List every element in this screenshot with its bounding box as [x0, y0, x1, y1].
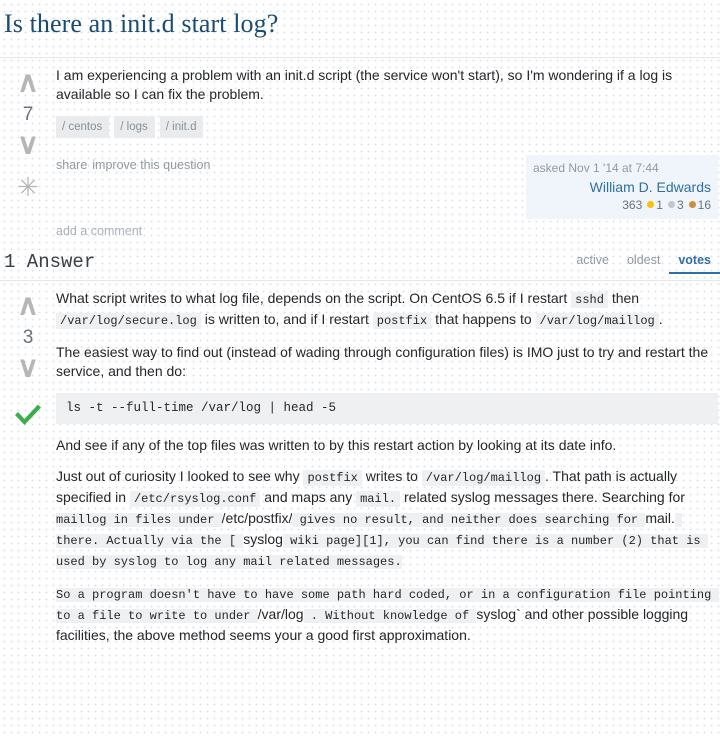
bronze-badge-count: 16	[697, 198, 711, 212]
question-body: I am experiencing a problem with an init…	[56, 66, 718, 104]
add-comment-link[interactable]: add a comment	[56, 224, 142, 238]
downvote-arrow-icon[interactable]: ∨	[0, 130, 56, 161]
code-sshd: sshd	[571, 292, 608, 308]
accepted-answer-check-icon[interactable]	[0, 399, 56, 429]
tag-centos[interactable]: / centos	[56, 116, 110, 138]
answer-paragraph-5: So a program doesn't have to have some p…	[56, 584, 719, 645]
answer-code-block: ls -t --full-time /var/log | head -5	[56, 393, 718, 424]
ap4-mono-2: gives no result, and neither does search…	[292, 513, 646, 527]
code-postfix: postfix	[372, 313, 432, 329]
ap1-text-2: then	[607, 290, 640, 306]
tab-votes[interactable]: votes	[669, 250, 720, 274]
answer-cell: What script writes to what log file, dep…	[56, 281, 720, 645]
answer-paragraph-2: The easiest way to find out (instead of …	[56, 344, 709, 379]
silver-badge-count: 3	[676, 198, 684, 212]
code-maillog-2: /var/log/maillog	[421, 470, 546, 486]
question-footer: share improve this question asked Nov 1 '…	[56, 155, 718, 219]
ap4-mono-1: maillog in files under	[56, 513, 222, 527]
question-paragraph: I am experiencing a problem with an init…	[56, 67, 673, 102]
owner-username[interactable]: William D. Edwards	[533, 178, 711, 196]
answer-sort-tabs: active oldest votes	[567, 250, 720, 274]
bronze-badge-icon	[688, 201, 696, 208]
question-post: ∧ 7 ∨ ✳ I am experiencing a problem with…	[0, 58, 720, 242]
owner-reputation: 363	[622, 198, 643, 212]
code-rsyslog-conf: /etc/rsyslog.conf	[129, 491, 261, 507]
answer-downvote-arrow-icon[interactable]: ∨	[0, 353, 56, 384]
answers-header: 1 Answer active oldest votes	[0, 246, 720, 280]
answer-upvote-arrow-icon[interactable]: ∧	[0, 291, 56, 322]
answers-count-heading: 1 Answer	[4, 251, 96, 273]
upvote-arrow-icon[interactable]: ∧	[0, 68, 56, 99]
ap1-text-1: What script writes to what log file, dep…	[56, 290, 572, 306]
question-header: Is there an init.d start log?	[0, 0, 720, 57]
answer-paragraph-1: What script writes to what log file, dep…	[56, 289, 718, 331]
tab-oldest[interactable]: oldest	[618, 250, 669, 274]
ap1-text-4: that happens to	[431, 311, 536, 327]
ap1-text-5: .	[658, 311, 663, 327]
tab-active[interactable]: active	[567, 250, 618, 274]
question-cell: I am experiencing a problem with an init…	[56, 58, 720, 242]
question-page: Is there an init.d start log? ∧ 7 ∨ ✳ I …	[0, 0, 720, 736]
ap5-text-2: syslog`	[476, 606, 521, 622]
answer-paragraph-4: Just out of curiosity I looked to see wh…	[56, 467, 718, 572]
ap4-text-7: mail.	[645, 510, 675, 526]
ap4-text-8: syslog	[243, 531, 283, 547]
gold-badge-icon	[647, 201, 655, 208]
question-owner-card: asked Nov 1 '14 at 7:44 William D. Edwar…	[526, 155, 718, 219]
answer-vote-count: 3	[22, 327, 34, 348]
ap5-text-1: /var/log	[257, 606, 304, 622]
tag-logs[interactable]: / logs	[114, 116, 155, 138]
gold-badge-count: 1	[656, 198, 663, 212]
answer-body: What script writes to what log file, dep…	[56, 289, 719, 645]
ap4-text-5: related syslog messages there. Searching…	[400, 489, 685, 505]
question-comments: add a comment	[56, 223, 718, 242]
ap4-text-4: and maps any	[260, 489, 357, 505]
code-postfix-2: postfix	[303, 470, 362, 486]
ap4-text-6: /etc/postfix/	[221, 510, 293, 526]
ap4-text-1: Just out of curiosity I looked to see wh…	[56, 468, 304, 484]
question-post-menu: share improve this question	[56, 155, 526, 172]
ap4-text-2: writes to	[361, 468, 422, 484]
code-maillog: /var/log/maillog	[535, 313, 659, 329]
improve-question-link[interactable]: improve this question	[92, 158, 210, 172]
owner-reputation-line: 363 1 3 16	[533, 197, 711, 213]
code-mail-prefix: mail.	[356, 491, 401, 507]
answer-vote-cell: ∧ 3 ∨	[0, 281, 56, 429]
code-secure-log: /var/log/secure.log	[56, 313, 201, 329]
answer-paragraph-3: And see if any of the top files was writ…	[56, 437, 617, 453]
share-link[interactable]: share	[56, 158, 87, 172]
tag-initd[interactable]: / init.d	[159, 116, 204, 138]
question-vote-count: 7	[22, 104, 34, 125]
question-vote-cell: ∧ 7 ∨ ✳	[0, 58, 56, 202]
silver-badge-icon	[667, 201, 675, 208]
ap5-mono-2: . Without knowledge of	[303, 609, 477, 623]
answer-post: ∧ 3 ∨ What script writes to what log fil…	[0, 281, 720, 645]
ap1-text-3: is written to, and if I restart	[200, 311, 373, 327]
question-tags: / centos / logs / init.d	[56, 116, 718, 141]
page-title: Is there an init.d start log?	[4, 9, 279, 38]
owner-details: William D. Edwards 363 1 3 16	[533, 178, 711, 213]
favorite-star-icon[interactable]: ✳	[0, 174, 56, 202]
asked-time: asked Nov 1 '14 at 7:44	[533, 161, 659, 175]
